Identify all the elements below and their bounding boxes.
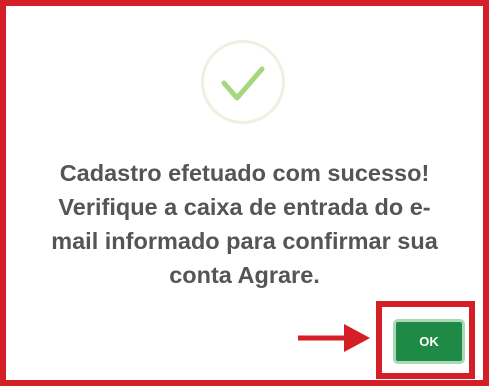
- success-message-line: Verifique a caixa de entrada do e-: [58, 194, 431, 220]
- success-icon-circle: [201, 40, 285, 124]
- success-message-line: conta Agrare.: [169, 262, 320, 288]
- ok-button[interactable]: OK: [393, 319, 465, 364]
- success-message-line: Cadastro efetuado com sucesso!: [59, 160, 430, 186]
- success-message: Cadastro efetuado com sucesso! Verifique…: [24, 156, 465, 292]
- success-message-line: mail informado para confirmar sua: [51, 228, 438, 254]
- checkmark-icon: [221, 66, 265, 101]
- annotation-arrow-icon: [298, 324, 370, 352]
